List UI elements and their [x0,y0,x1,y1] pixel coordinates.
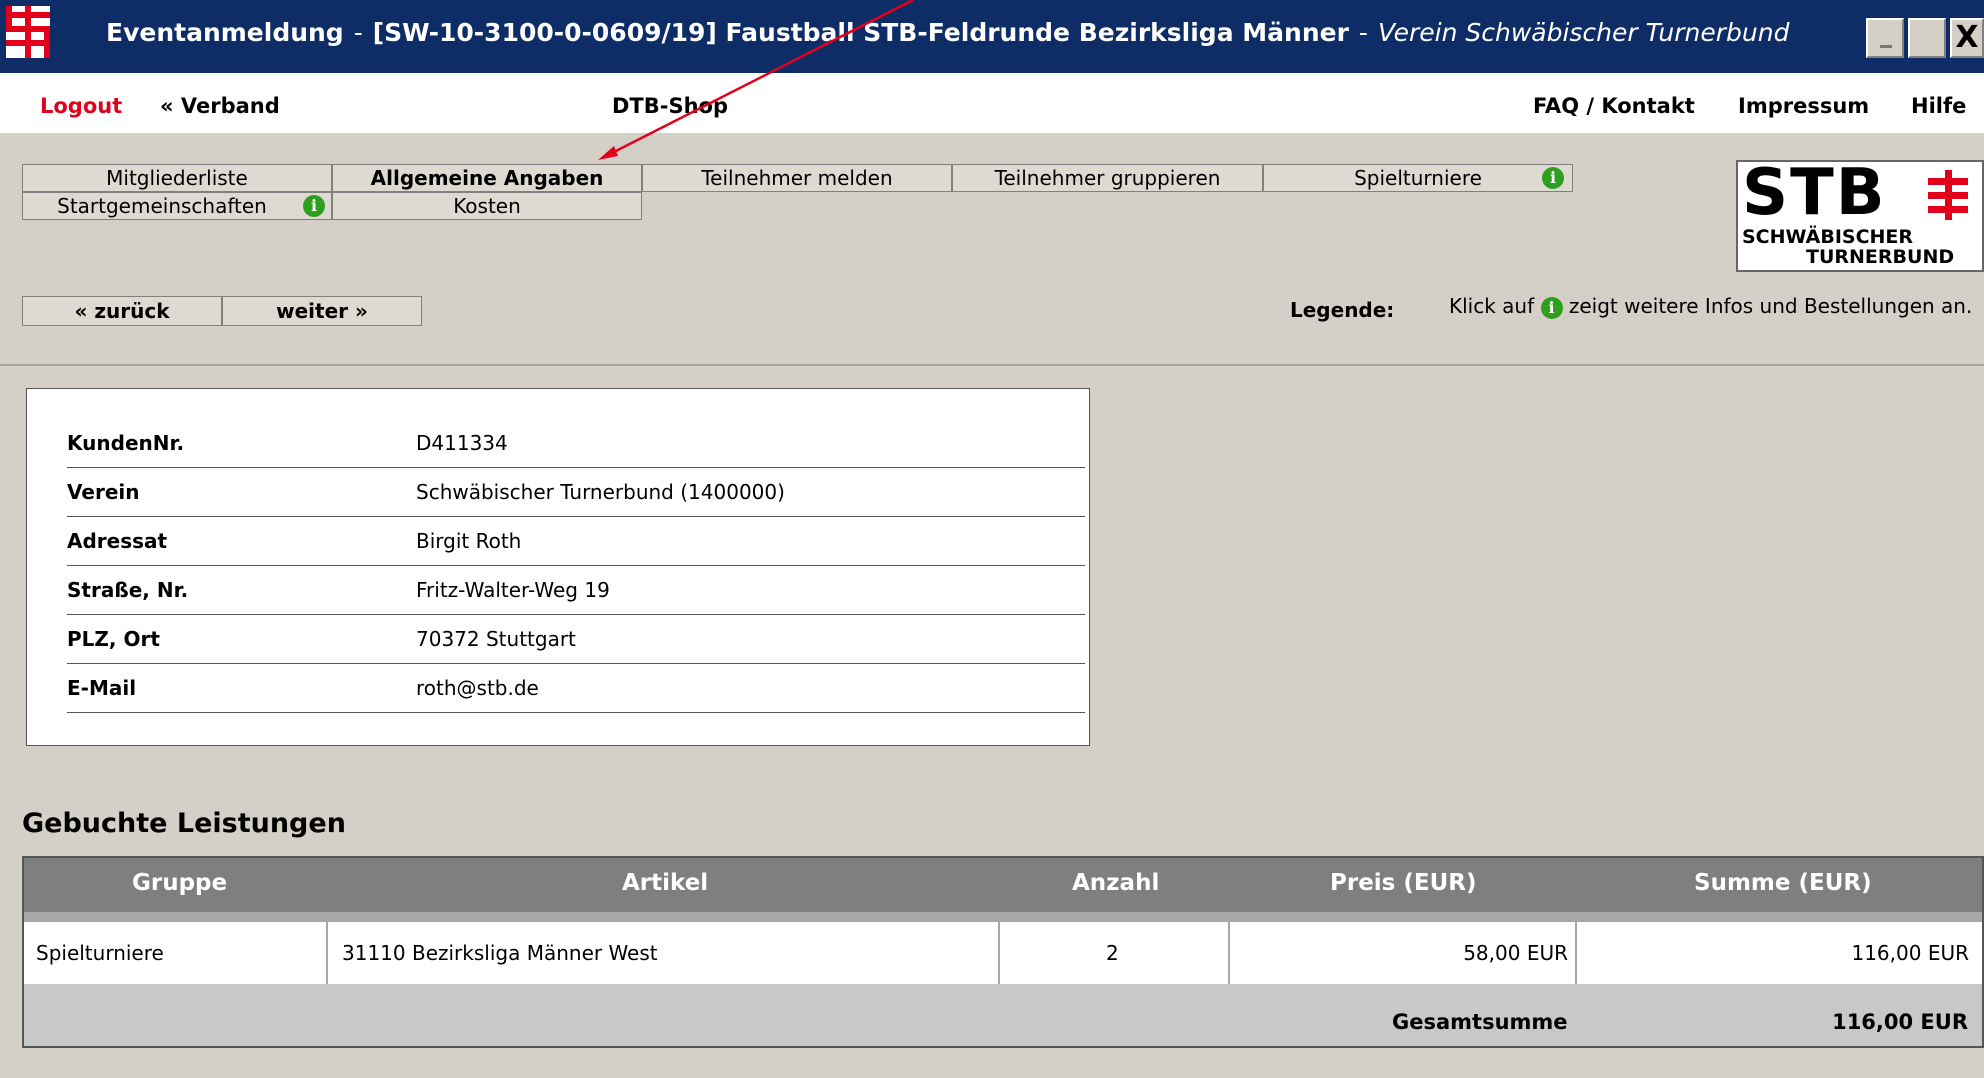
verband-link[interactable]: « Verband [160,94,280,118]
customer-value: D411334 [416,431,508,455]
cell-artikel: 31110 Bezirksliga Männer West [342,941,658,965]
customer-key: KundenNr. [67,431,185,455]
total-label: Gesamtsumme [1392,1010,1568,1034]
cell-summe: 116,00 EUR [1851,941,1969,965]
tab-spielturniere-label: Spielturniere [1354,166,1482,190]
tab-startgemeinschaften[interactable]: Startgemeinschaften i [22,192,332,220]
title-main: Eventanmeldung [106,18,344,47]
close-button[interactable]: X [1950,18,1984,58]
customer-row: KundenNr. D411334 [67,419,1085,468]
cell-anzahl: 2 [1106,941,1119,965]
impressum-link[interactable]: Impressum [1738,94,1869,118]
title-event: [SW-10-3100-0-0609/19] Faustball STB-Fel… [372,18,1349,47]
divider [0,364,1984,366]
customer-value: Birgit Roth [416,529,522,553]
legend-text-after: zeigt weitere Infos und Bestellungen an. [1568,294,1973,318]
logo-wordmark: STB [1742,160,1887,230]
cell-gruppe: Spielturniere [36,941,164,965]
top-navigation: Logout « Verband DTB-Shop FAQ / Kontakt … [0,73,1984,133]
column-header-preis: Preis (EUR) [1330,870,1477,896]
customer-value: 70372 Stuttgart [416,627,576,651]
customer-key: Adressat [67,529,168,553]
customer-row: Straße, Nr. Fritz-Walter-Weg 19 [67,566,1085,615]
stb-flag-icon [1928,170,1968,220]
faq-kontakt-link[interactable]: FAQ / Kontakt [1533,94,1695,118]
tab-mitgliederliste[interactable]: Mitgliederliste [22,164,332,192]
table-row: Spielturniere 31110 Bezirksliga Männer W… [24,922,1982,984]
table-footer: Gesamtsumme 116,00 EUR [24,984,1982,1046]
legend-text: Klick auf i zeigt weitere Infos und Best… [1449,294,1972,319]
booked-services-table: Gruppe Artikel Anzahl Preis (EUR) Summe … [22,856,1984,1048]
customer-value: Schwäbischer Turnerbund (1400000) [416,480,785,504]
tab-teilnehmer-melden[interactable]: Teilnehmer melden [642,164,952,192]
section-title: Gebuchte Leistungen [22,808,346,839]
customer-value: Fritz-Walter-Weg 19 [416,578,610,602]
column-divider [326,922,328,984]
hilfe-link[interactable]: Hilfe [1911,94,1966,118]
tab-spielturniere[interactable]: Spielturniere i [1263,164,1573,192]
customer-value: roth@stb.de [416,676,539,700]
logout-link[interactable]: Logout [40,94,122,118]
dtb-shop-link[interactable]: DTB-Shop [612,94,728,118]
tab-allgemeine-angaben[interactable]: Allgemeine Angaben [332,164,642,192]
column-header-artikel: Artikel [622,870,709,896]
info-icon: i [1540,296,1563,319]
customer-key: E-Mail [67,676,137,700]
minimize-button[interactable] [1866,18,1904,58]
title-separator: - [353,18,363,47]
window-controls: X [1866,18,1984,58]
logo-line-1: SCHWÄBISCHER [1742,226,1914,248]
window-titlebar: Eventanmeldung - [SW-10-3100-0-0609/19] Fa… [0,0,1984,73]
title-club: Verein Schwäbischer Turnerbund [1377,18,1790,47]
column-divider [998,922,1000,984]
info-icon[interactable]: i [303,195,325,217]
column-header-summe: Summe (EUR) [1694,870,1872,896]
column-header-anzahl: Anzahl [1072,870,1160,896]
customer-row: Verein Schwäbischer Turnerbund (1400000) [67,468,1085,517]
title-separator-2: - [1358,18,1368,47]
tab-kosten[interactable]: Kosten [332,192,642,220]
customer-key: Straße, Nr. [67,578,189,602]
customer-key: Verein [67,480,140,504]
total-value: 116,00 EUR [1832,1010,1968,1034]
next-button[interactable]: weiter » [222,296,422,326]
tab-startgemeinschaften-label: Startgemeinschaften [57,194,267,218]
window-title: Eventanmeldung - [SW-10-3100-0-0609/19] Fa… [106,18,1789,47]
legend-text-before: Klick auf [1449,294,1535,318]
back-button[interactable]: « zurück [22,296,222,326]
customer-info-panel: KundenNr. D411334 Verein Schwäbischer Tu… [26,388,1090,746]
legend-label: Legende: [1290,298,1395,322]
customer-row: E-Mail roth@stb.de [67,664,1085,713]
logo-line-2: TURNERBUND [1806,246,1955,268]
customer-row: Adressat Birgit Roth [67,517,1085,566]
tab-teilnehmer-gruppieren[interactable]: Teilnehmer gruppieren [952,164,1263,192]
table-header: Gruppe Artikel Anzahl Preis (EUR) Summe … [24,858,1982,912]
cell-preis: 58,00 EUR [1463,941,1568,965]
customer-key: PLZ, Ort [67,627,160,651]
customer-row: PLZ, Ort 70372 Stuttgart [67,615,1085,664]
maximize-button[interactable] [1908,18,1946,58]
stb-logo: STB SCHWÄBISCHER TURNERBUND [1736,160,1984,272]
info-icon[interactable]: i [1542,167,1564,189]
app-logo-icon [6,6,50,58]
column-header-gruppe: Gruppe [132,870,228,896]
